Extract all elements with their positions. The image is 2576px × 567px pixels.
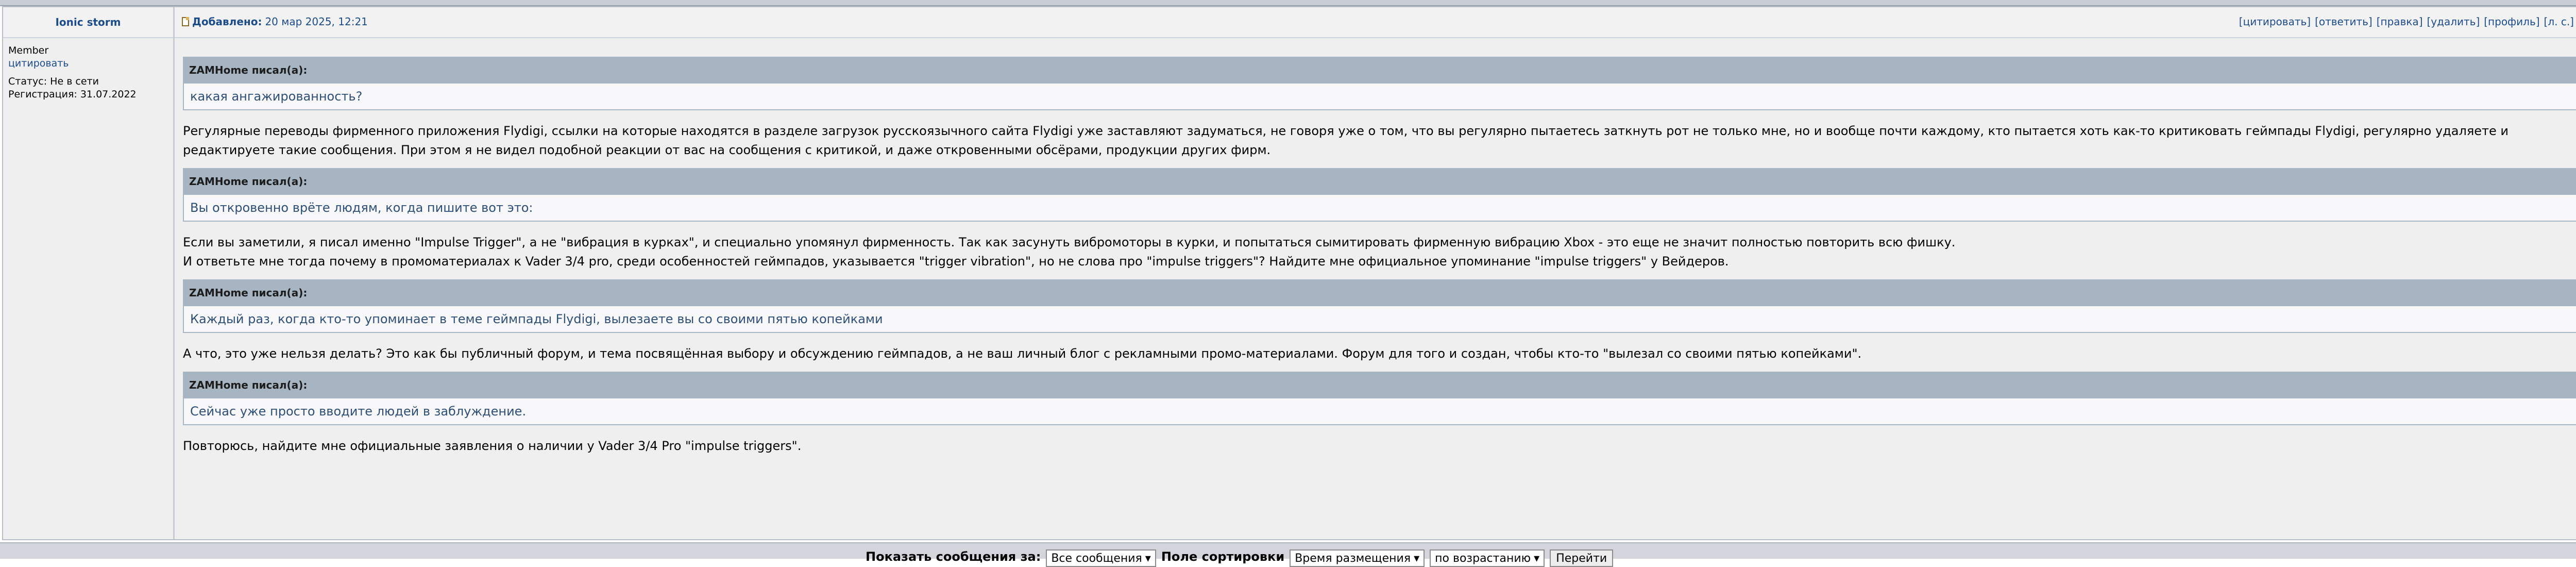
chevron-down-icon: ▾ — [1534, 552, 1540, 565]
go-button[interactable]: Перейти — [1550, 549, 1614, 567]
action-edit[interactable]: [правка] — [2377, 15, 2423, 28]
quote-text: Каждый раз, когда кто-то упоминает в тем… — [183, 306, 2576, 333]
post-header: Добавлено: 20 мар 2025, 12:21 [цитироват… — [175, 7, 2576, 38]
show-select[interactable]: Все сообщения ▾ — [1046, 549, 1156, 567]
author-status: Статус: Не в сети — [8, 76, 99, 87]
quote-link[interactable]: цитировать — [8, 57, 137, 70]
post-paragraph: А что, это уже нельзя делать? Это как бы… — [183, 346, 1862, 361]
top-band — [0, 0, 2576, 6]
action-delete[interactable]: [удалить] — [2427, 15, 2480, 28]
author-rank: Member — [8, 45, 49, 56]
quote-block: ZAMHome писал(а): Вы откровенно врёте лю… — [183, 168, 2576, 222]
author-header: Ionic storm — [3, 7, 173, 38]
author-info: Member цитировать Статус: Не в сети Реги… — [8, 44, 137, 101]
quote-header: ZAMHome писал(а): — [183, 372, 2576, 398]
chevron-down-icon: ▾ — [1145, 552, 1151, 565]
quote-block: ZAMHome писал(а): Сейчас уже просто ввод… — [183, 372, 2576, 425]
post-paragraph: Если вы заметили, я писал именно "Impuls… — [183, 235, 1956, 269]
show-select-value: Все сообщения — [1051, 552, 1142, 565]
quote-header: ZAMHome писал(а): — [183, 57, 2576, 84]
quote-block: ZAMHome писал(а): какая ангажированность… — [183, 57, 2576, 110]
added-label: Добавлено: — [192, 15, 262, 28]
quote-text: какая ангажированность? — [183, 84, 2576, 110]
post-actions: [цитировать] [ответить] [правка] [удалит… — [2239, 15, 2576, 28]
post-added: Добавлено: 20 мар 2025, 12:21 — [182, 15, 368, 28]
author-registered: Регистрация: 31.07.2022 — [8, 89, 137, 100]
added-date: 20 мар 2025, 12:21 — [265, 15, 368, 28]
action-quote[interactable]: [цитировать] — [2239, 15, 2311, 28]
post-author-column: Ionic storm Member цитировать Статус: Не… — [3, 7, 175, 539]
post-body-column: Добавлено: 20 мар 2025, 12:21 [цитироват… — [175, 7, 2576, 539]
order-select-value: по возрастанию — [1435, 552, 1531, 565]
chevron-down-icon: ▾ — [1414, 552, 1420, 565]
sort-label: Поле сортировки — [1161, 549, 1285, 564]
sort-controls: Показать сообщения за: Все сообщения ▾ По… — [866, 549, 1614, 567]
post-paragraph: Регулярные переводы фирменного приложени… — [183, 124, 2513, 157]
sort-select[interactable]: Время размещения ▾ — [1290, 549, 1425, 567]
quote-block: ZAMHome писал(а): Каждый раз, когда кто-… — [183, 279, 2576, 333]
quote-text: Сейчас уже просто вводите людей в заблуж… — [183, 398, 2576, 425]
author-name[interactable]: Ionic storm — [55, 16, 121, 28]
order-select[interactable]: по возрастанию ▾ — [1430, 549, 1545, 567]
action-pm[interactable]: [л. с.] — [2544, 15, 2574, 28]
quote-header: ZAMHome писал(а): — [183, 279, 2576, 306]
show-label: Показать сообщения за: — [866, 549, 1041, 564]
quote-text: Вы откровенно врёте людям, когда пишите … — [183, 195, 2576, 222]
action-profile[interactable]: [профиль] — [2484, 15, 2539, 28]
action-reply[interactable]: [ответить] — [2315, 15, 2372, 28]
post-content: ZAMHome писал(а): какая ангажированность… — [183, 57, 2576, 464]
forum-post: Ionic storm Member цитировать Статус: Не… — [2, 6, 2576, 540]
post-paragraph: Повторюсь, найдите мне официальные заявл… — [183, 439, 802, 453]
sort-select-value: Время размещения — [1295, 552, 1411, 565]
quote-header: ZAMHome писал(а): — [183, 168, 2576, 195]
sort-bar: Показать сообщения за: Все сообщения ▾ По… — [0, 542, 2576, 567]
post-icon — [182, 17, 189, 26]
